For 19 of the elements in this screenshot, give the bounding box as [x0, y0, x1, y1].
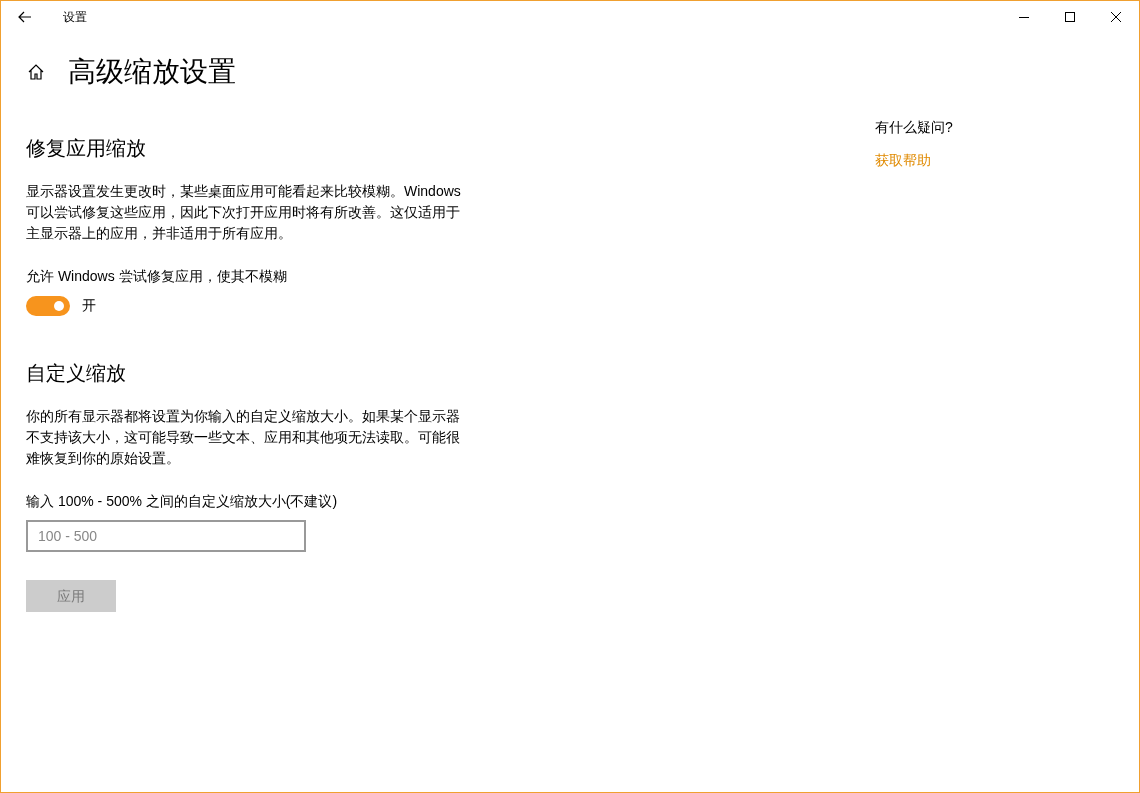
section-heading: 修复应用缩放 — [26, 136, 147, 161]
maximize-icon — [1065, 12, 1075, 22]
home-button[interactable] — [26, 62, 46, 82]
field-label: 输入 100% - 500% 之间的自定义缩放大小(不建议) — [26, 492, 339, 511]
back-arrow-icon — [18, 11, 32, 23]
section-heading: 自定义缩放 — [26, 361, 127, 386]
minimize-icon — [1019, 16, 1029, 18]
scale-input-field[interactable]: 100 - 500 — [26, 520, 306, 552]
toggle-state: 开 — [82, 296, 96, 315]
window-title: 设置 — [63, 9, 87, 26]
help-question: 有什么疑问? — [875, 118, 953, 137]
home-icon — [27, 63, 45, 81]
section-description: 显示器设置发生更改时，某些桌面应用可能看起来比较模糊。Windows 可以尝试修复这些应用，因此下次打开应用时将有所改善。这仅适用于主显示器上的应用，并非适用于所有应用。 — [26, 182, 461, 243]
close-icon — [1111, 12, 1121, 22]
page-title: 高级缩放设置 — [68, 55, 236, 89]
get-help-link[interactable]: 获取帮助 — [875, 152, 931, 168]
toggle-label: 允许 Windows 尝试修复应用，使其不模糊 — [26, 267, 288, 286]
toggle-switch[interactable] — [26, 295, 70, 316]
section-description: 你的所有显示器都将设置为你输入的自定义缩放大小。如果某个显示器不支持该大小，这可能导致一些文本、应用和其他项无法读取。可能很难恢复到你的原始设置。 — [26, 407, 461, 468]
